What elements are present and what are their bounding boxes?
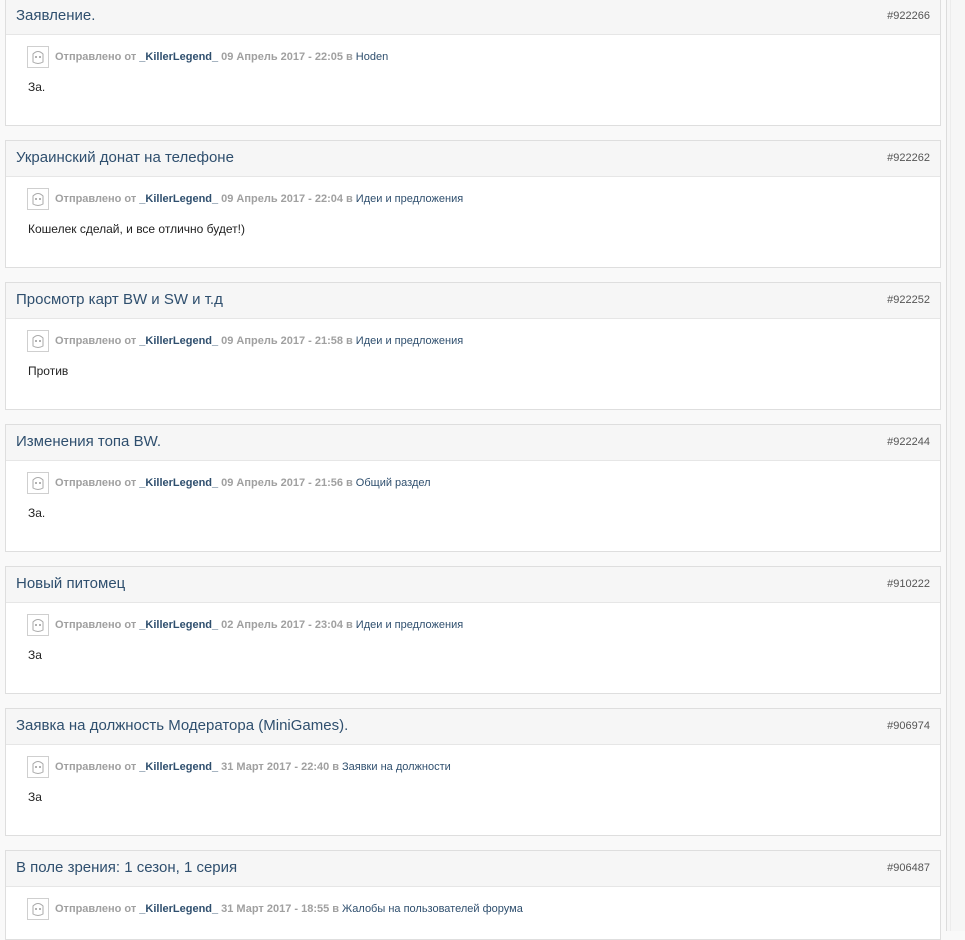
post-title-link[interactable]: Украинский донат на телефоне [16, 149, 234, 166]
post-meta: Отправлено от _KillerLegend_ 31 Март 201… [27, 896, 930, 922]
post-date: 09 Апрель 2017 - 21:58 [221, 335, 344, 347]
post-header: В поле зрения: 1 сезон, 1 серия #906487 [6, 851, 940, 887]
author-link[interactable]: _KillerLegend_ [139, 51, 218, 63]
post-body: Отправлено от _KillerLegend_ 09 Апрель 2… [27, 44, 930, 94]
post-card: Изменения топа BW. #922244 Отправлено от… [5, 424, 941, 552]
post-id-link[interactable]: #906487 [887, 862, 930, 874]
post-title-link[interactable]: Заявка на должность Модератора (MiniGame… [16, 717, 348, 734]
author-link[interactable]: _KillerLegend_ [139, 477, 218, 489]
avatar[interactable] [27, 614, 49, 636]
post-id-link[interactable]: #922262 [887, 152, 930, 164]
post-title-link[interactable]: В поле зрения: 1 сезон, 1 серия [16, 859, 237, 876]
post-id-link[interactable]: #922252 [887, 294, 930, 306]
post-card: Украинский донат на телефоне #922262 Отп… [5, 140, 941, 268]
sent-by-label: Отправлено от [55, 335, 137, 347]
post-body: Отправлено от _KillerLegend_ 02 Апрель 2… [27, 612, 930, 662]
author-link[interactable]: _KillerLegend_ [139, 193, 218, 205]
author-link[interactable]: _KillerLegend_ [139, 619, 218, 631]
post-card: В поле зрения: 1 сезон, 1 серия #906487 … [5, 850, 941, 940]
avatar-face-icon [32, 903, 44, 916]
post-card: Новый питомец #910222 Отправлено от _Kil… [5, 566, 941, 694]
post-body: Отправлено от _KillerLegend_ 31 Март 201… [27, 754, 930, 804]
forum-link[interactable]: Общий раздел [356, 477, 431, 489]
in-label: в [332, 761, 339, 773]
author-link[interactable]: _KillerLegend_ [139, 903, 218, 915]
post-meta: Отправлено от _KillerLegend_ 09 Апрель 2… [27, 328, 930, 354]
post-date: 31 Март 2017 - 18:55 [221, 903, 330, 915]
post-date: 02 Апрель 2017 - 23:04 [221, 619, 344, 631]
avatar[interactable] [27, 472, 49, 494]
sent-by-label: Отправлено от [55, 51, 137, 63]
avatar-face-icon [32, 51, 44, 64]
avatar-face-icon [32, 619, 44, 632]
forum-link[interactable]: Жалобы на пользователей форума [342, 903, 523, 915]
post-date: 09 Апрель 2017 - 22:05 [221, 51, 344, 63]
post-card: Просмотр карт BW и SW и т.д #922252 Отпр… [5, 282, 941, 410]
in-label: в [346, 193, 353, 205]
avatar-face-icon [32, 477, 44, 490]
post-body: Отправлено от _KillerLegend_ 09 Апрель 2… [27, 186, 930, 236]
avatar[interactable] [27, 330, 49, 352]
post-body: Отправлено от _KillerLegend_ 31 Март 201… [27, 896, 930, 922]
forum-link[interactable]: Идеи и предложения [356, 619, 463, 631]
post-id-link[interactable]: #906974 [887, 720, 930, 732]
sent-by-label: Отправлено от [55, 761, 137, 773]
avatar[interactable] [27, 46, 49, 68]
post-body: Отправлено от _KillerLegend_ 09 Апрель 2… [27, 328, 930, 378]
avatar-face-icon [32, 193, 44, 206]
post-title-link[interactable]: Заявление. [16, 7, 95, 24]
in-label: в [346, 335, 353, 347]
post-body: Отправлено от _KillerLegend_ 09 Апрель 2… [27, 470, 930, 520]
post-title-link[interactable]: Изменения топа BW. [16, 433, 161, 450]
post-text: За. [28, 80, 46, 94]
post-meta: Отправлено от _KillerLegend_ 09 Апрель 2… [27, 470, 930, 496]
author-link[interactable]: _KillerLegend_ [139, 761, 218, 773]
post-header: Заявление. #922266 [6, 0, 940, 35]
post-header: Заявка на должность Модератора (MiniGame… [6, 709, 940, 745]
post-id-link[interactable]: #910222 [887, 578, 930, 590]
post-id-link[interactable]: #922266 [887, 10, 930, 22]
post-meta: Отправлено от _KillerLegend_ 09 Апрель 2… [27, 44, 930, 70]
post-card: Заявка на должность Модератора (MiniGame… [5, 708, 941, 836]
post-header: Новый питомец #910222 [6, 567, 940, 603]
avatar[interactable] [27, 188, 49, 210]
post-id-link[interactable]: #922244 [887, 436, 930, 448]
in-label: в [346, 51, 353, 63]
post-title-link[interactable]: Просмотр карт BW и SW и т.д [16, 291, 223, 308]
sent-by-label: Отправлено от [55, 619, 137, 631]
avatar-face-icon [32, 335, 44, 348]
post-text: За [28, 648, 42, 662]
forum-link[interactable]: Заявки на должности [342, 761, 451, 773]
avatar[interactable] [27, 756, 49, 778]
post-meta: Отправлено от _KillerLegend_ 09 Апрель 2… [27, 186, 930, 212]
post-card: Заявление. #922266 Отправлено от _Killer… [5, 0, 941, 126]
post-meta: Отправлено от _KillerLegend_ 02 Апрель 2… [27, 612, 930, 638]
post-date: 09 Апрель 2017 - 22:04 [221, 193, 344, 205]
in-label: в [346, 619, 353, 631]
avatar-face-icon [32, 761, 44, 774]
avatar[interactable] [27, 898, 49, 920]
post-date: 09 Апрель 2017 - 21:56 [221, 477, 344, 489]
post-text: За [28, 790, 42, 804]
post-header: Просмотр карт BW и SW и т.д #922252 [6, 283, 940, 319]
author-link[interactable]: _KillerLegend_ [139, 335, 218, 347]
forum-link[interactable]: Идеи и предложения [356, 335, 463, 347]
sent-by-label: Отправлено от [55, 903, 137, 915]
forum-link[interactable]: Hoden [356, 51, 388, 63]
post-text: За. [28, 506, 46, 520]
post-title-link[interactable]: Новый питомец [16, 575, 125, 592]
post-header: Украинский донат на телефоне #922262 [6, 141, 940, 177]
sent-by-label: Отправлено от [55, 477, 137, 489]
in-label: в [332, 903, 339, 915]
post-date: 31 Март 2017 - 22:40 [221, 761, 330, 773]
post-meta: Отправлено от _KillerLegend_ 31 Март 201… [27, 754, 930, 780]
in-label: в [346, 477, 353, 489]
page-sidebar-edge [946, 0, 965, 931]
sent-by-label: Отправлено от [55, 193, 137, 205]
forum-link[interactable]: Идеи и предложения [356, 193, 463, 205]
post-text: Кошелек сделай, и все отлично будет!) [28, 222, 245, 236]
post-text: Против [28, 364, 69, 378]
post-header: Изменения топа BW. #922244 [6, 425, 940, 461]
